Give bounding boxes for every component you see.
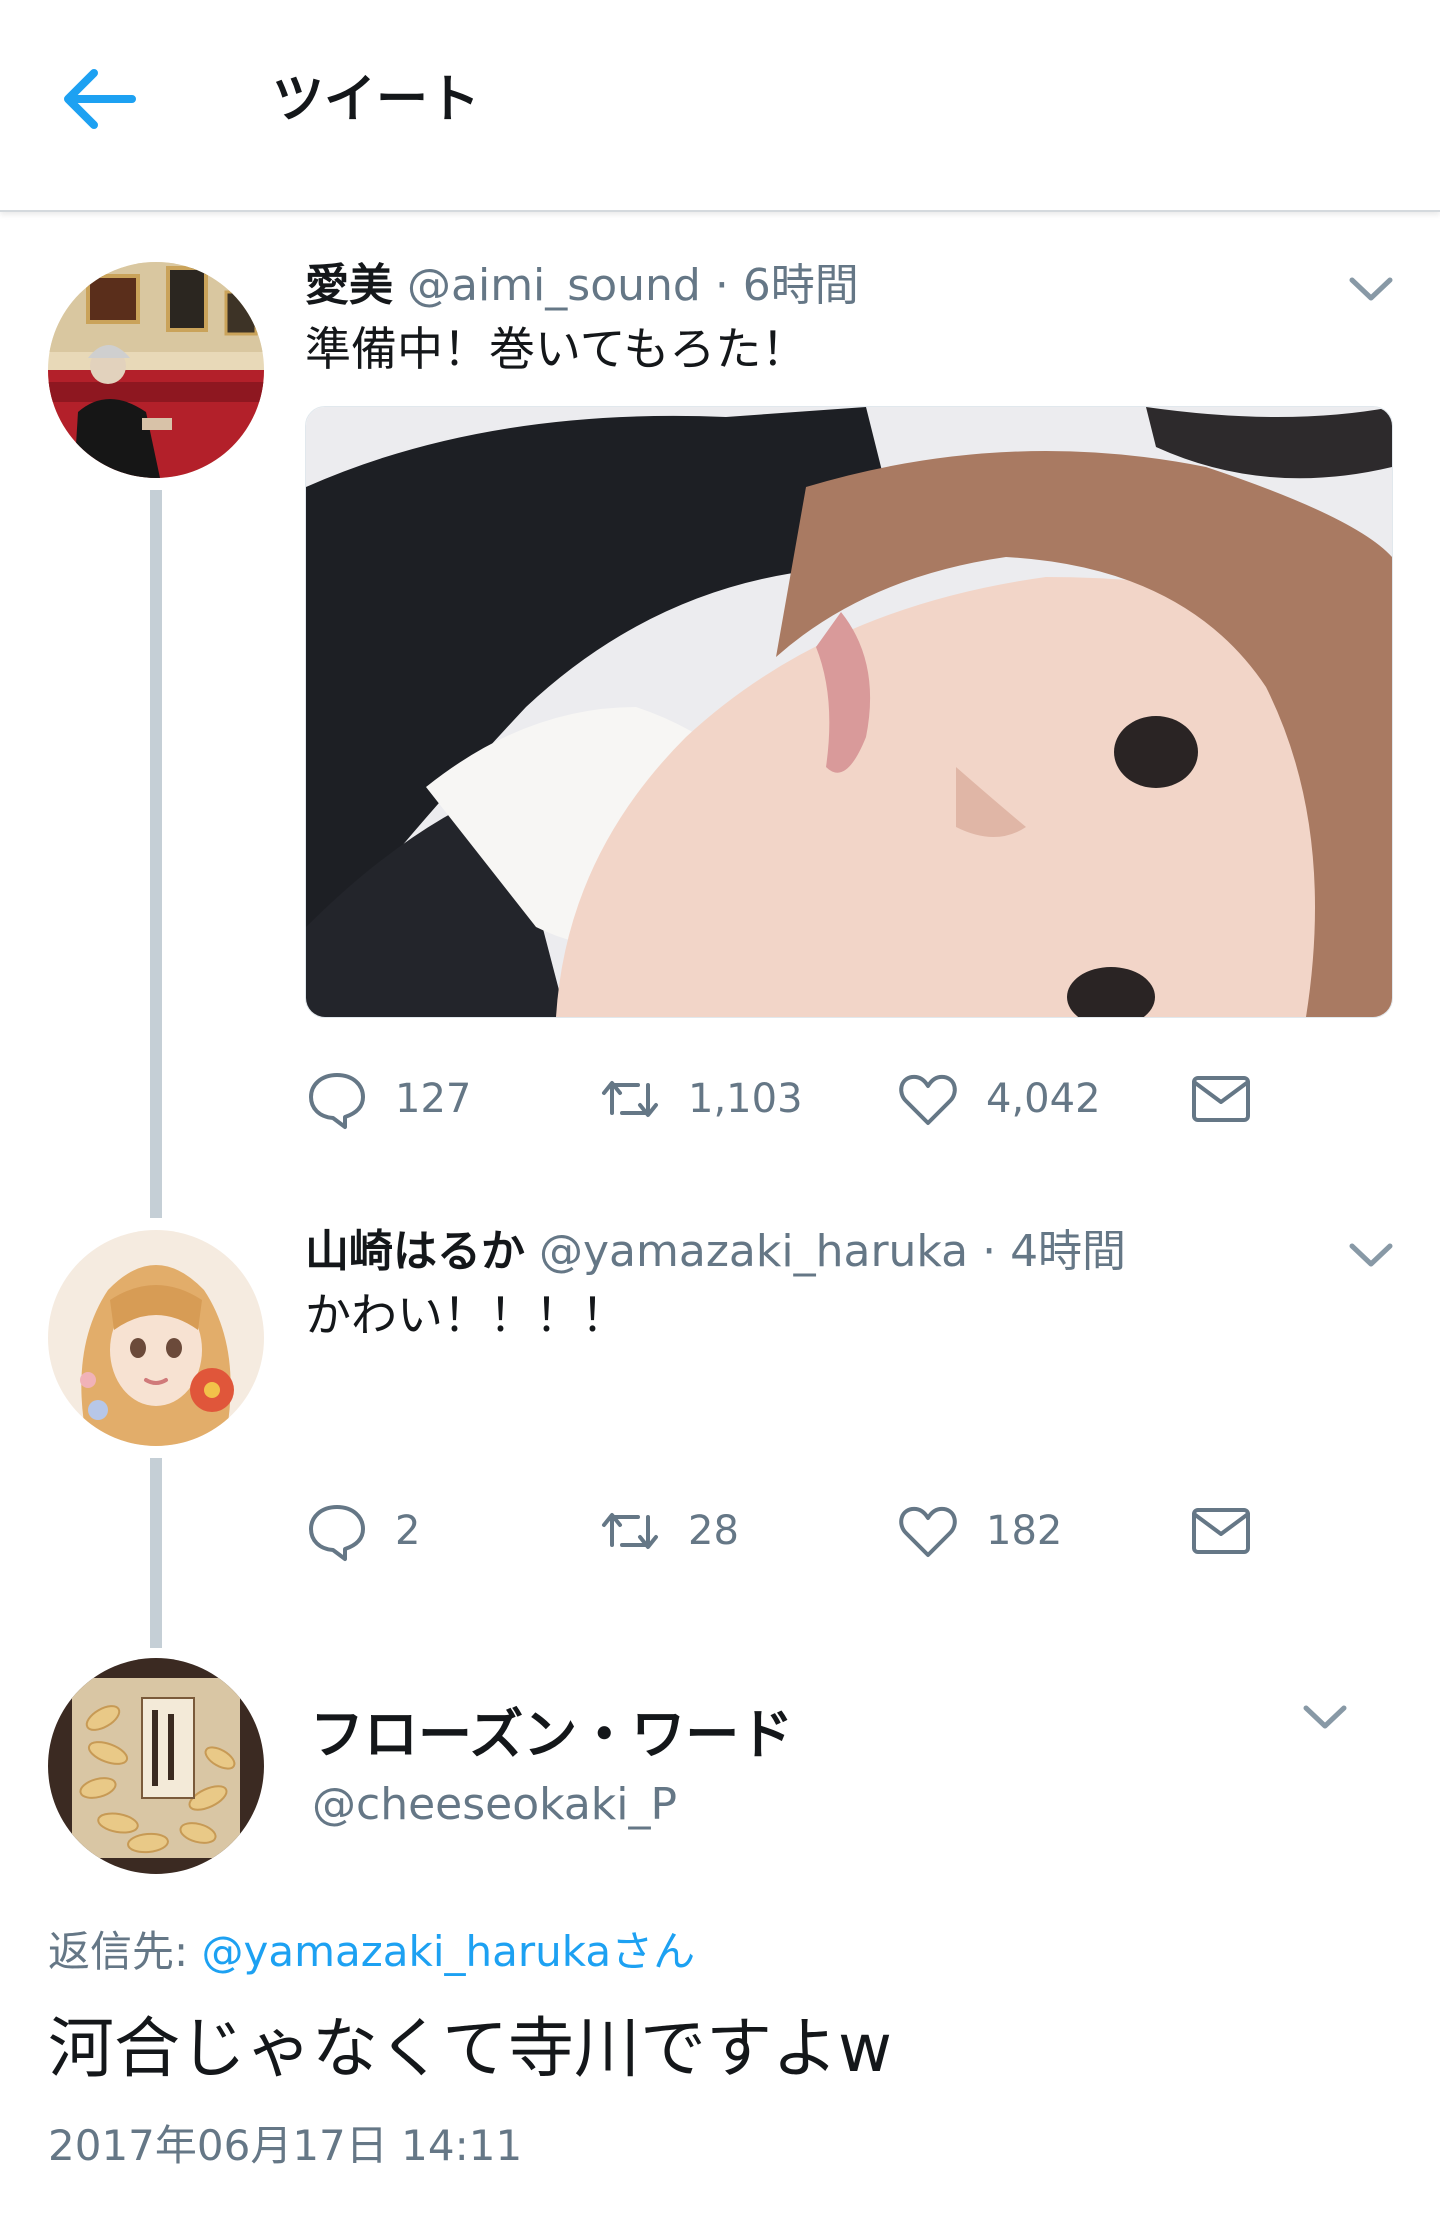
reply-count: 2	[395, 1508, 421, 1554]
retweet-count: 28	[688, 1508, 739, 1554]
tweet-photo[interactable]	[305, 406, 1393, 1018]
chevron-down-icon	[1303, 1705, 1347, 1729]
top-app-bar: ツイート	[0, 0, 1440, 212]
tweet-time[interactable]: · 4時間	[982, 1226, 1126, 1277]
tweet-header: 愛美 @aimi_sound · 6時間	[305, 256, 859, 316]
tweet-text: 準備中！巻いてもろた！	[305, 322, 808, 376]
tweet-text: 河合じゃなくて寺川ですよw	[48, 2010, 892, 2087]
user-handle[interactable]: @aimi_sound	[407, 260, 701, 311]
reply-count: 127	[395, 1076, 472, 1122]
tweet-header: 山崎はるか @yamazaki_haruka · 4時間	[305, 1222, 1126, 1282]
reply-button[interactable]: 127	[305, 1066, 471, 1132]
share-via-dm-button[interactable]	[1188, 1066, 1254, 1132]
mail-icon	[1192, 1076, 1250, 1122]
user-handle[interactable]: @cheeseokaki_P	[312, 1775, 677, 1835]
avatar[interactable]	[48, 262, 264, 478]
page-title: ツイート	[272, 70, 481, 130]
like-button[interactable]: 4,042	[896, 1066, 1101, 1132]
reply-to-line: 返信先: @yamazaki_harukaさん	[48, 1922, 695, 1982]
tweet-timestamp: 2017年06月17日 14:11	[48, 2121, 523, 2170]
reply-to-user-link[interactable]: @yamazaki_harukaさん	[202, 1927, 696, 1976]
reply-icon	[309, 1505, 365, 1561]
tweet-text: かわい！！！！	[305, 1288, 627, 1342]
tweet-menu-button[interactable]	[1346, 272, 1396, 306]
reply-to-label: 返信先:	[48, 1927, 202, 1976]
thread-connector	[150, 1458, 162, 1648]
like-icon	[899, 1074, 957, 1125]
display-name[interactable]: 山崎はるか	[305, 1226, 525, 1277]
display-name[interactable]: 愛美	[305, 260, 393, 311]
display-name[interactable]: フローズン・ワード	[310, 1700, 793, 1770]
mail-icon	[1192, 1508, 1250, 1554]
tweet-time[interactable]: · 6時間	[715, 260, 859, 311]
like-button[interactable]: 182	[896, 1498, 1062, 1564]
avatar[interactable]	[48, 1230, 264, 1446]
reply-button[interactable]: 2	[305, 1498, 420, 1564]
back-arrow-icon	[64, 69, 136, 129]
reply-icon	[309, 1073, 365, 1129]
user-handle[interactable]: @yamazaki_haruka	[539, 1226, 968, 1277]
tweet-menu-button[interactable]	[1300, 1700, 1350, 1734]
like-count: 182	[986, 1508, 1063, 1554]
retweet-count: 1,103	[688, 1076, 803, 1122]
back-button[interactable]	[58, 66, 138, 132]
tweet-menu-button[interactable]	[1346, 1238, 1396, 1272]
retweet-button[interactable]: 1,103	[598, 1066, 803, 1132]
share-via-dm-button[interactable]	[1188, 1498, 1254, 1564]
thread-connector	[150, 490, 162, 1218]
like-icon	[899, 1506, 957, 1557]
chevron-down-icon	[1349, 277, 1393, 301]
like-count: 4,042	[986, 1076, 1101, 1122]
retweet-icon	[602, 1513, 658, 1549]
avatar[interactable]	[48, 1658, 264, 1874]
chevron-down-icon	[1349, 1243, 1393, 1267]
retweet-button[interactable]: 28	[598, 1498, 739, 1564]
retweet-icon	[602, 1081, 658, 1117]
